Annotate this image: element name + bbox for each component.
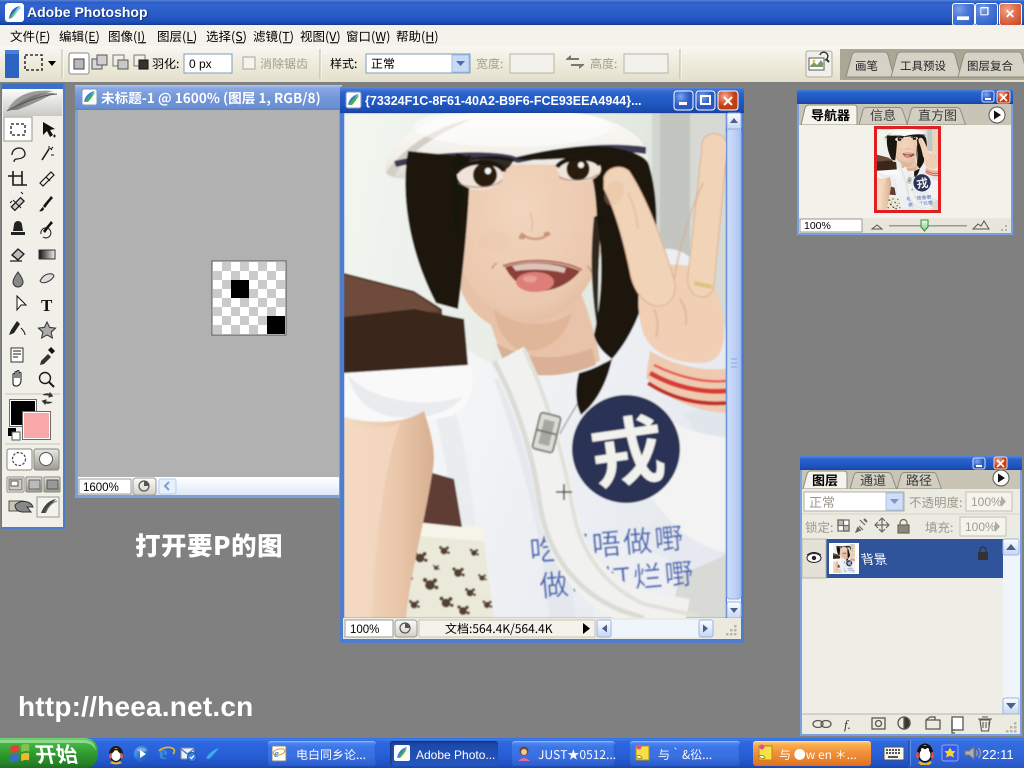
svg-text:100%: 100% <box>804 220 831 232</box>
svg-text:1600%: 1600% <box>83 482 119 494</box>
svg-text:{73324F1C-8F61-40A2-B9F6-FCE93: {73324F1C-8F61-40A2-B9F6-FCE93EEA4944}..… <box>365 94 642 108</box>
svg-text:f.: f. <box>844 717 851 732</box>
svg-text:100%: 100% <box>965 520 996 534</box>
svg-text:T: T <box>41 296 53 315</box>
svg-text:100%: 100% <box>971 495 1002 509</box>
svg-text:22:11: 22:11 <box>982 747 1014 762</box>
svg-text:0 px: 0 px <box>189 57 212 71</box>
svg-text:Adobe Photo...: Adobe Photo... <box>416 748 495 762</box>
svg-text:100%: 100% <box>350 624 379 636</box>
